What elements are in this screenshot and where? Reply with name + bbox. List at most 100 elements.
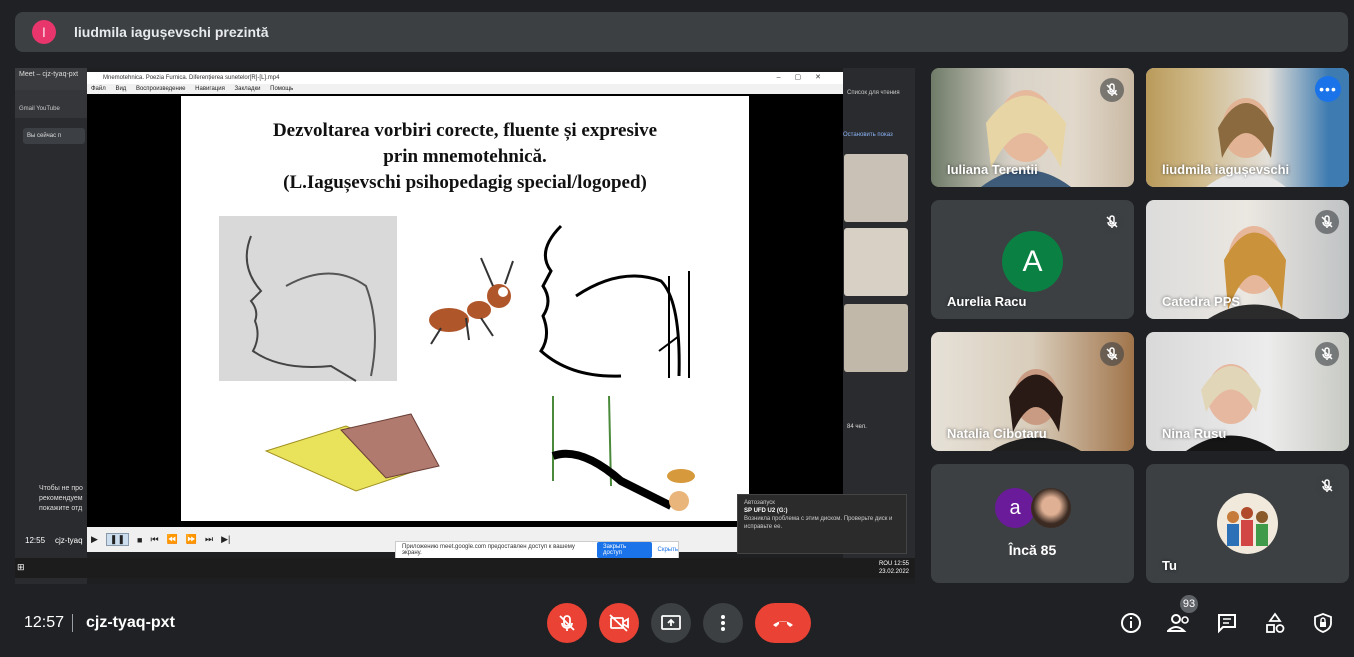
gymnast-image <box>551 395 695 511</box>
self-tile[interactable]: Tu <box>1146 464 1349 583</box>
mic-off-icon <box>1315 210 1339 234</box>
participant-name: Natalia Cibotaru <box>947 426 1047 441</box>
participant-tile-active[interactable]: ••• liudmila iagușevschi <box>1146 68 1349 187</box>
pause-icon: ❚❚ <box>105 533 130 546</box>
activities-icon <box>1266 612 1285 633</box>
participant-avatar: a <box>995 488 1035 528</box>
rewind-icon: ⏪ <box>166 534 178 544</box>
menu-item: Помощь <box>270 86 294 92</box>
more-participants-label: Încă 85 <box>1008 542 1057 558</box>
host-controls-button[interactable] <box>1310 610 1336 636</box>
toast-title: SP UFD U2 (G:) <box>744 508 788 514</box>
mic-off-icon <box>559 615 575 631</box>
self-avatar <box>1217 493 1278 554</box>
browser-address-bar <box>15 90 87 106</box>
system-tray: ROU 12:55 23.02.2022 <box>879 560 909 576</box>
shield-lock-icon <box>1314 613 1332 633</box>
participant-name: Nina Rusu <box>1162 426 1227 441</box>
more-options-button[interactable] <box>703 603 743 643</box>
forward-icon: ⏩ <box>185 534 197 544</box>
participant-tile[interactable]: Nina Rusu <box>1146 332 1349 451</box>
browser-bookmarks: Gmail YouTube <box>15 106 87 118</box>
toast-header: Автозапуск <box>744 500 775 506</box>
camera-off-icon <box>609 614 629 632</box>
participant-tile[interactable]: Catedra PPS <box>1146 200 1349 319</box>
tray-time: 12:55 <box>893 561 909 567</box>
activities-button[interactable] <box>1262 610 1288 636</box>
menu-item: Навигация <box>195 86 225 92</box>
meeting-clock: 12:57 <box>24 614 65 631</box>
stop-showing-link: Остановить показ <box>843 132 893 138</box>
slide-illustrations <box>219 216 695 511</box>
hide-link: Скрыть <box>657 547 678 553</box>
participant-tile[interactable]: Natalia Cibotaru <box>931 332 1134 451</box>
mouth-sketch-image <box>219 216 397 382</box>
chat-button[interactable] <box>1214 610 1240 636</box>
screen-share-notice: Приложению meet.google.com предоставлен … <box>395 541 679 559</box>
meeting-code: cjz-tyaq-pxt <box>86 614 175 631</box>
mini-count: 84 чел. <box>847 424 867 430</box>
present-screen-icon <box>661 615 681 630</box>
windows-taskbar: ⊞ ROU 12:55 23.02.2022 <box>15 558 915 578</box>
mic-off-icon <box>1100 210 1124 234</box>
stop-icon: ■ <box>137 534 143 545</box>
mic-off-icon <box>1315 474 1339 498</box>
participants-button[interactable] <box>1166 610 1192 636</box>
camera-toggle-button[interactable] <box>599 603 639 643</box>
player-title: Mnemotehnica. Poezia Furnica. Diferenție… <box>103 75 280 81</box>
more-vert-icon <box>721 615 725 631</box>
mini-tile <box>844 228 908 296</box>
more-options-button[interactable]: ••• <box>1315 76 1341 102</box>
tray-date: 23.02.2022 <box>878 569 909 575</box>
mic-off-icon <box>1100 342 1124 366</box>
divider <box>72 614 73 632</box>
info-icon <box>1121 613 1141 633</box>
shared-code: cjz-tyaq <box>55 536 83 545</box>
player-menu: Файл Вид Воспроизведение Навигация Закла… <box>87 84 843 94</box>
presenter-avatar: l <box>32 20 56 44</box>
participant-name: Tu <box>1162 558 1177 573</box>
media-player-window: Mnemotehnica. Poezia Furnica. Diferenție… <box>87 72 843 559</box>
next-icon: ⏭ <box>205 534 214 544</box>
chocolate-image <box>264 413 440 492</box>
windows-start-icon: ⊞ <box>17 562 25 572</box>
menu-item: Файл <box>91 86 106 92</box>
mic-toggle-button[interactable] <box>547 603 587 643</box>
people-icon <box>1167 614 1189 632</box>
mini-tile <box>844 304 908 372</box>
play-icon: ▶ <box>91 534 98 544</box>
shared-browser-left: Meet – cjz-tyaq-pxt Gmail YouTube Вы сей… <box>15 68 87 584</box>
throat-profile-image <box>539 224 690 378</box>
meeting-details-button[interactable] <box>1118 610 1144 636</box>
menu-item: Вид <box>115 86 127 92</box>
sharing-indicator: Вы сейчас п <box>23 128 85 144</box>
participant-tile[interactable]: Iuliana Terentii <box>931 68 1134 187</box>
sharing-note: Чтобы не про рекомендуем покажите отд <box>39 485 83 512</box>
participant-name: Catedra PPS <box>1162 294 1241 309</box>
tray-lang: ROU <box>878 561 893 567</box>
menu-item: Закладки <box>234 86 261 92</box>
participants-count-badge: 93 <box>1180 595 1198 613</box>
family-icon <box>1227 507 1268 546</box>
frame-icon: ▶| <box>221 534 231 544</box>
window-controls: –▢✕ <box>776 74 835 81</box>
mic-off-icon <box>1315 342 1339 366</box>
player-titlebar: Mnemotehnica. Poezia Furnica. Diferenție… <box>87 72 843 84</box>
menu-item: Воспроизведение <box>135 86 186 92</box>
ant-image <box>429 257 514 345</box>
browser-tab: Meet – cjz-tyaq-pxt <box>15 68 87 90</box>
mini-tile <box>844 154 908 222</box>
participant-tile[interactable]: A Aurelia Racu <box>931 200 1134 319</box>
autorun-notification: Автозапуск SP UFD U2 (G:) Возникла пробл… <box>737 494 907 554</box>
shared-browser-right: Список для чтения Остановить показ 84 че… <box>843 68 915 558</box>
leave-call-button[interactable] <box>755 603 811 643</box>
participant-photo-avatar <box>1031 488 1071 528</box>
participant-avatar: A <box>1002 231 1063 292</box>
prev-icon: ⏮ <box>150 534 159 544</box>
participant-name: Aurelia Racu <box>947 294 1027 309</box>
chat-icon <box>1218 614 1236 634</box>
presentation-slide: Dezvoltarea vorbiri corecte, fluente și … <box>181 96 749 521</box>
present-screen-button[interactable] <box>651 603 691 643</box>
participant-name: Iuliana Terentii <box>947 162 1038 177</box>
more-participants-tile[interactable]: a Încă 85 <box>931 464 1134 583</box>
